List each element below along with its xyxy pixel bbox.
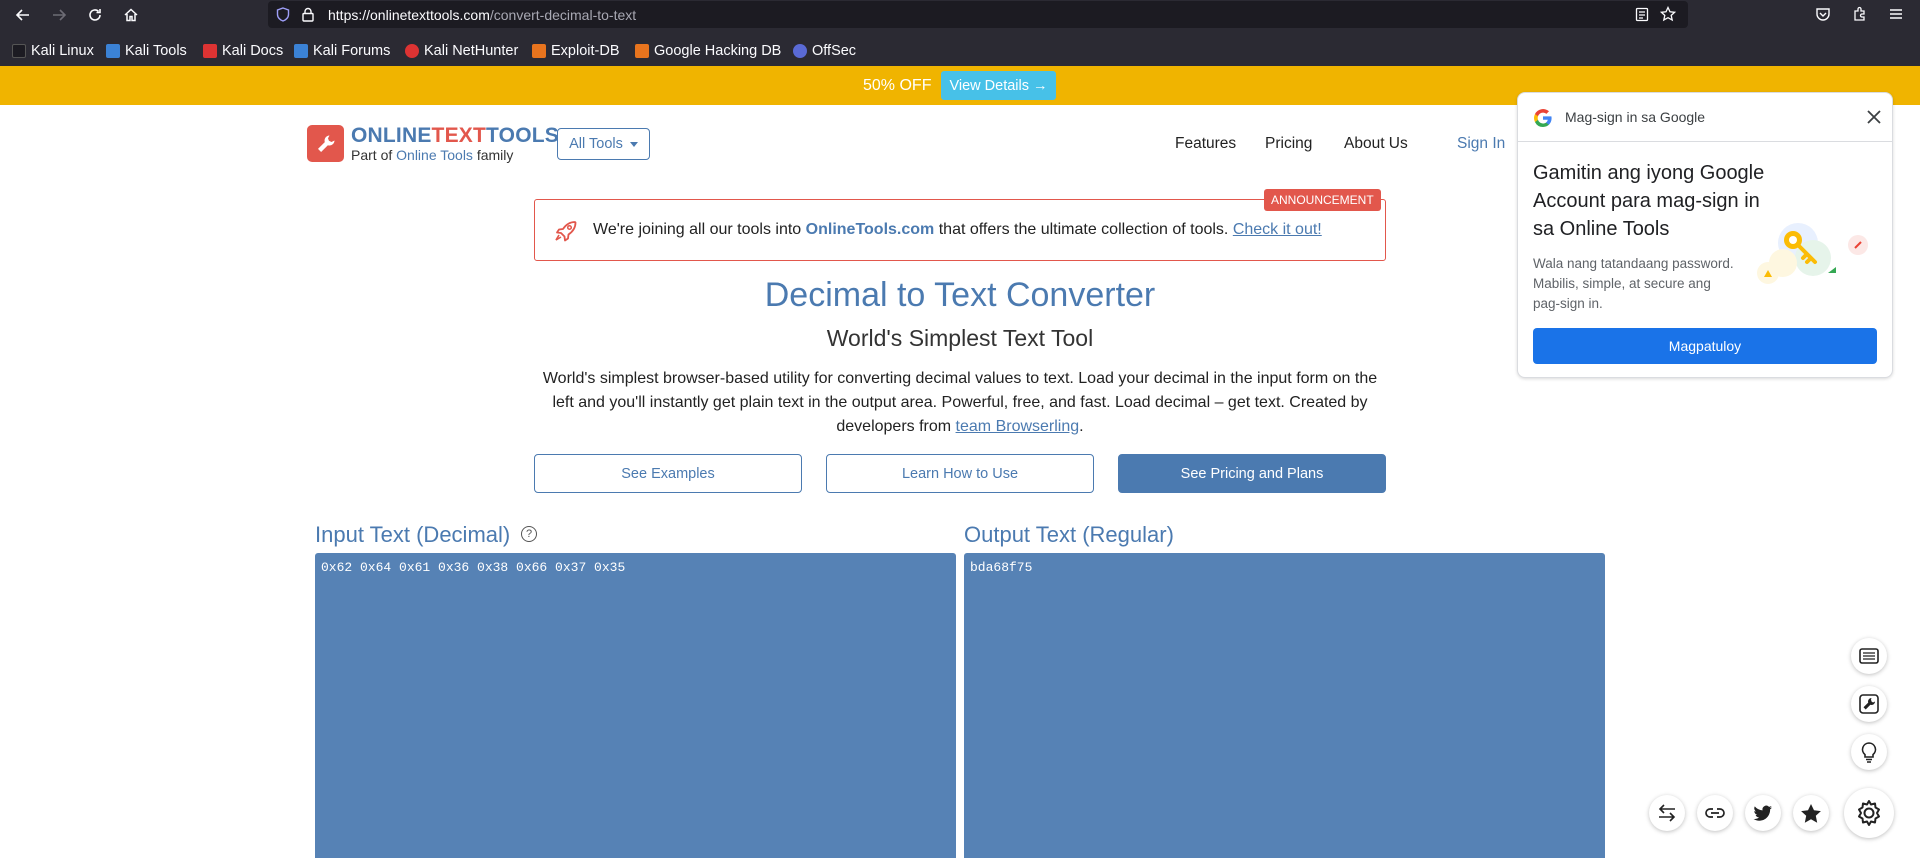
bookmark-kali-linux[interactable]: Kali Linux xyxy=(12,41,94,61)
twitter-icon[interactable] xyxy=(1745,795,1781,831)
url-path: /convert-decimal-to-text xyxy=(489,7,637,23)
kali-docs-icon xyxy=(203,44,217,58)
onlinetools-brand-link[interactable]: OnlineTools.com xyxy=(806,221,935,238)
home-icon[interactable] xyxy=(119,3,143,27)
bookmark-exploit-db[interactable]: Exploit-DB xyxy=(532,41,620,61)
url-bar[interactable]: https://onlinetexttools.com/convert-deci… xyxy=(268,1,1688,28)
all-tools-label: All Tools xyxy=(569,136,623,152)
see-pricing-button[interactable]: See Pricing and Plans xyxy=(1118,454,1386,493)
site-logo[interactable]: ONLINETEXTTOOLS xyxy=(351,124,559,148)
announcement-text: We're joining all our tools into OnlineT… xyxy=(593,221,1322,239)
team-browserling-link[interactable]: team Browserling xyxy=(956,418,1080,435)
swap-icon[interactable] xyxy=(1649,795,1685,831)
sign-in-link[interactable]: Sign In xyxy=(1457,135,1505,153)
link-icon[interactable] xyxy=(1697,795,1733,831)
caret-down-icon xyxy=(629,141,638,147)
star-icon[interactable] xyxy=(1793,795,1829,831)
bookmark-label: Google Hacking DB xyxy=(654,43,782,59)
key-illustration-icon xyxy=(1743,218,1873,303)
continue-button[interactable]: Magpatuloy xyxy=(1533,328,1877,364)
popup-body: Wala nang tatandaang password. Mabilis, … xyxy=(1533,256,1734,311)
kali-nethunter-icon xyxy=(405,44,419,58)
bookmark-label: Exploit-DB xyxy=(551,43,620,59)
bookmark-label: Kali Forums xyxy=(313,43,391,59)
menu-icon[interactable] xyxy=(1888,6,1904,27)
bookmark-kali-nethunter[interactable]: Kali NetHunter xyxy=(405,41,518,61)
bookmark-label: Kali NetHunter xyxy=(424,43,519,59)
all-tools-dropdown[interactable]: All Tools xyxy=(557,128,650,160)
output-panel-title: Output Text (Regular) xyxy=(964,522,1174,547)
output-text: bda68f75 xyxy=(970,560,1033,575)
reader-view-icon[interactable] xyxy=(1635,7,1649,27)
popup-title: Mag-sign in sa Google xyxy=(1565,109,1706,125)
bookmark-kali-tools[interactable]: Kali Tools xyxy=(106,41,187,61)
reload-icon[interactable] xyxy=(83,3,107,27)
popup-header: Mag-sign in sa Google xyxy=(1518,93,1892,142)
announcement-badge: ANNOUNCEMENT xyxy=(1264,189,1381,211)
notes-icon[interactable] xyxy=(1851,638,1887,674)
shield-icon[interactable] xyxy=(276,7,290,27)
bookmark-google-hacking-db[interactable]: Google Hacking DB xyxy=(635,41,781,61)
input-text: 0x62 0x64 0x61 0x36 0x38 0x66 0x37 0x35 xyxy=(321,560,626,575)
bookmark-kali-docs[interactable]: Kali Docs xyxy=(203,41,283,61)
bookmark-kali-forums[interactable]: Kali Forums xyxy=(294,41,390,61)
see-examples-button[interactable]: See Examples xyxy=(534,454,802,493)
output-textarea[interactable]: bda68f75 xyxy=(964,553,1605,858)
url-host: https://onlinetexttools.com xyxy=(328,7,490,23)
popup-heading: Gamitin ang iyong Google Account para ma… xyxy=(1533,162,1765,240)
bookmark-label: Kali Linux xyxy=(31,43,94,59)
google-g-icon xyxy=(1533,108,1553,133)
learn-how-to-use-button[interactable]: Learn How to Use xyxy=(826,454,1094,493)
bookmark-label: Kali Docs xyxy=(222,43,284,59)
nav-about-us[interactable]: About Us xyxy=(1344,135,1408,153)
check-it-out-link[interactable]: Check it out! xyxy=(1233,221,1322,238)
nav-pricing[interactable]: Pricing xyxy=(1265,135,1312,153)
description-end: . xyxy=(1079,418,1084,435)
forward-icon[interactable] xyxy=(47,3,71,27)
bookmarks-bar: Kali Linux Kali Tools Kali Docs Kali For… xyxy=(0,36,1920,66)
extensions-icon[interactable] xyxy=(1852,6,1868,27)
logo-part-tools: TOOLS xyxy=(486,124,559,147)
lightbulb-icon[interactable] xyxy=(1851,734,1887,770)
logo-part-online: ONLINE xyxy=(351,124,432,147)
logo-wrench-icon[interactable] xyxy=(307,125,344,162)
back-icon[interactable] xyxy=(11,3,35,27)
bookmark-star-icon[interactable] xyxy=(1659,5,1677,27)
chrome-separator xyxy=(0,29,1920,36)
announcement-before: We're joining all our tools into xyxy=(593,221,802,238)
kali-dragon-icon xyxy=(12,44,26,58)
view-details-button[interactable]: View Details → xyxy=(941,71,1056,100)
url-text[interactable]: https://onlinetexttools.com/convert-deci… xyxy=(328,7,636,23)
bookmark-label: OffSec xyxy=(812,43,857,59)
ghdb-icon xyxy=(635,44,649,58)
bookmark-label: Kali Tools xyxy=(125,43,187,59)
online-tools-link[interactable]: Online Tools xyxy=(396,147,473,163)
logo-subtitle: Part of Online Tools family xyxy=(351,147,513,163)
sub-prefix: Part of xyxy=(351,147,393,163)
kali-forums-icon xyxy=(294,44,308,58)
nav-features[interactable]: Features xyxy=(1175,135,1236,153)
rocket-icon xyxy=(553,218,579,249)
input-panel-title: Input Text (Decimal) xyxy=(315,522,511,547)
close-icon[interactable] xyxy=(1865,108,1883,131)
input-textarea[interactable]: 0x62 0x64 0x61 0x36 0x38 0x66 0x37 0x35 xyxy=(315,553,956,858)
pocket-icon[interactable] xyxy=(1815,7,1831,27)
lock-icon[interactable] xyxy=(302,7,314,27)
kali-tools-icon xyxy=(106,44,120,58)
browser-toolbar: https://onlinetexttools.com/convert-deci… xyxy=(0,0,1920,29)
promo-text: 50% OFF xyxy=(863,77,932,94)
page-description: World's simplest browser-based utility f… xyxy=(534,367,1386,439)
google-signin-popup: Mag-sign in sa Google Gamitin ang iyong … xyxy=(1517,92,1893,378)
settings-gear-icon[interactable] xyxy=(1844,788,1894,838)
offsec-icon xyxy=(793,44,807,58)
bookmark-offsec[interactable]: OffSec xyxy=(793,41,856,61)
sub-suffix: family xyxy=(476,147,514,163)
exploit-db-icon xyxy=(532,44,546,58)
announcement-after: that offers the ultimate collection of t… xyxy=(938,221,1229,238)
wrench-icon[interactable] xyxy=(1851,686,1887,722)
logo-part-text: TEXT xyxy=(431,124,487,147)
help-icon[interactable]: ? xyxy=(521,526,537,542)
